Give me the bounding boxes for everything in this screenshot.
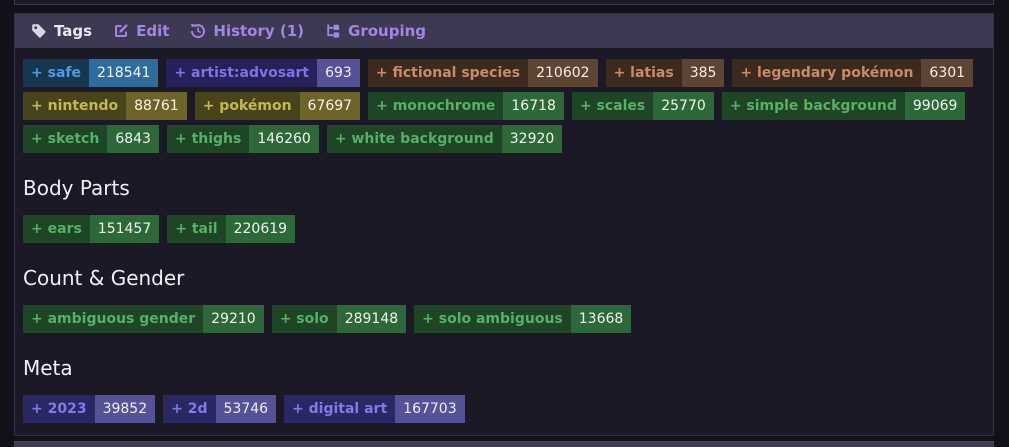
tag-add-link[interactable]: + thighs xyxy=(166,125,250,153)
tag-add-link[interactable]: + monochrome xyxy=(368,92,504,120)
tag-count: 289148 xyxy=(336,305,407,333)
tag-add-link[interactable]: + solo xyxy=(271,305,337,333)
section-heading: Meta xyxy=(23,356,73,380)
tag: + fictional species 210602 xyxy=(367,59,598,87)
tag-count: 67697 xyxy=(299,92,361,120)
tag-count: 146260 xyxy=(249,125,319,153)
tag-add-link[interactable]: + legendary pokémon xyxy=(732,59,922,87)
grouping-icon xyxy=(325,23,341,39)
tag-add-link[interactable]: + fictional species xyxy=(367,59,529,87)
tag-add-link[interactable]: + solo ambiguous xyxy=(414,305,571,333)
history-icon xyxy=(190,23,206,39)
tab-grouping[interactable]: Grouping xyxy=(325,22,426,40)
tag-count: 32920 xyxy=(501,125,563,153)
section-heading: Count & Gender xyxy=(23,266,185,290)
tag-icon xyxy=(31,23,47,39)
tag-count: 220619 xyxy=(225,215,296,243)
tab-grouping-label: Grouping xyxy=(348,22,427,40)
tag-count: 53746 xyxy=(215,395,277,423)
section-heading: Body Parts xyxy=(23,176,130,200)
tag-count: 385 xyxy=(681,59,725,87)
tag-list: + ambiguous gender 29210 + solo 289148 + sol… xyxy=(23,305,985,333)
tag: + safe 218541 xyxy=(23,59,159,87)
tag-add-link[interactable]: + digital art xyxy=(284,395,396,423)
tab-tags-label: Tags xyxy=(54,22,93,40)
tag: + thighs 146260 xyxy=(166,125,319,153)
next-panel-header-edge xyxy=(14,441,994,447)
tag-count: 210602 xyxy=(528,59,598,87)
edit-icon xyxy=(113,23,129,39)
tag-count: 6843 xyxy=(107,125,159,153)
tag-count: 693 xyxy=(317,59,360,87)
tag: + latias 385 xyxy=(605,59,725,87)
tag-add-link[interactable]: + simple background xyxy=(721,92,905,120)
tag-list: + safe 218541 + artist:advosart 693 + fictio… xyxy=(23,59,985,153)
tag: + monochrome 16718 xyxy=(368,92,564,120)
tag-count: 16718 xyxy=(503,92,564,120)
tag-list: + ears 151457 + tail 220619 xyxy=(23,215,985,243)
tag: + nintendo 88761 xyxy=(23,92,187,120)
tag: + digital art 167703 xyxy=(284,395,465,423)
tags-panel: Tags Edit History (1) Grouping + safe 21… xyxy=(14,13,994,436)
tab-history[interactable]: History (1) xyxy=(190,22,304,40)
tag: + ears 151457 xyxy=(23,215,160,243)
tag-add-link[interactable]: + ears xyxy=(23,215,90,243)
tag-add-link[interactable]: + nintendo xyxy=(23,92,127,120)
tag-add-link[interactable]: + safe xyxy=(23,59,89,87)
tag: + scales 25770 xyxy=(571,92,714,120)
tag-count: 99069 xyxy=(904,92,966,120)
tag-count: 25770 xyxy=(653,92,714,120)
tag: + tail 220619 xyxy=(167,215,296,243)
tag-add-link[interactable]: + white background xyxy=(326,125,502,153)
tag-add-link[interactable]: + pokémon xyxy=(194,92,300,120)
tag: + artist:advosart 693 xyxy=(166,59,360,87)
tab-edit-label: Edit xyxy=(136,22,170,40)
tag-count: 29210 xyxy=(203,305,264,333)
previous-panel-bottom-edge xyxy=(14,0,994,5)
tag-sections: + safe 218541 + artist:advosart 693 + fictio… xyxy=(15,48,993,437)
tag-list: + 2023 39852 + 2d 53746 + digital art 167703 xyxy=(23,395,985,423)
tag-count: 13668 xyxy=(570,305,632,333)
tag: + simple background 99069 xyxy=(721,92,966,120)
tag: + pokémon 67697 xyxy=(194,92,361,120)
tab-edit[interactable]: Edit xyxy=(113,22,169,40)
tag-count: 88761 xyxy=(126,92,187,120)
tag: + sketch 6843 xyxy=(23,125,159,153)
tag: + solo ambiguous 13668 xyxy=(414,305,632,333)
tag: + legendary pokémon 6301 xyxy=(732,59,974,87)
tag-count: 218541 xyxy=(88,59,159,87)
tags-panel-header: Tags Edit History (1) Grouping xyxy=(15,14,993,48)
tag-count: 39852 xyxy=(94,395,156,423)
tab-tags: Tags xyxy=(31,22,92,40)
tag: + 2023 39852 xyxy=(23,395,156,423)
tag-count: 6301 xyxy=(921,59,974,87)
tag-add-link[interactable]: + sketch xyxy=(23,125,108,153)
tag-count: 167703 xyxy=(395,395,465,423)
tag-count: 151457 xyxy=(89,215,160,243)
tag-add-link[interactable]: + artist:advosart xyxy=(166,59,318,87)
tag-add-link[interactable]: + tail xyxy=(167,215,226,243)
tag: + ambiguous gender 29210 xyxy=(23,305,264,333)
tag-add-link[interactable]: + scales xyxy=(571,92,654,120)
tag: + 2d 53746 xyxy=(163,395,277,423)
tag-add-link[interactable]: + 2023 xyxy=(23,395,95,423)
tab-history-label: History (1) xyxy=(213,22,305,40)
tag-add-link[interactable]: + ambiguous gender xyxy=(23,305,204,333)
tag: + white background 32920 xyxy=(326,125,563,153)
tag-add-link[interactable]: + 2d xyxy=(163,395,216,423)
tag: + solo 289148 xyxy=(271,305,407,333)
tag-add-link[interactable]: + latias xyxy=(605,59,682,87)
